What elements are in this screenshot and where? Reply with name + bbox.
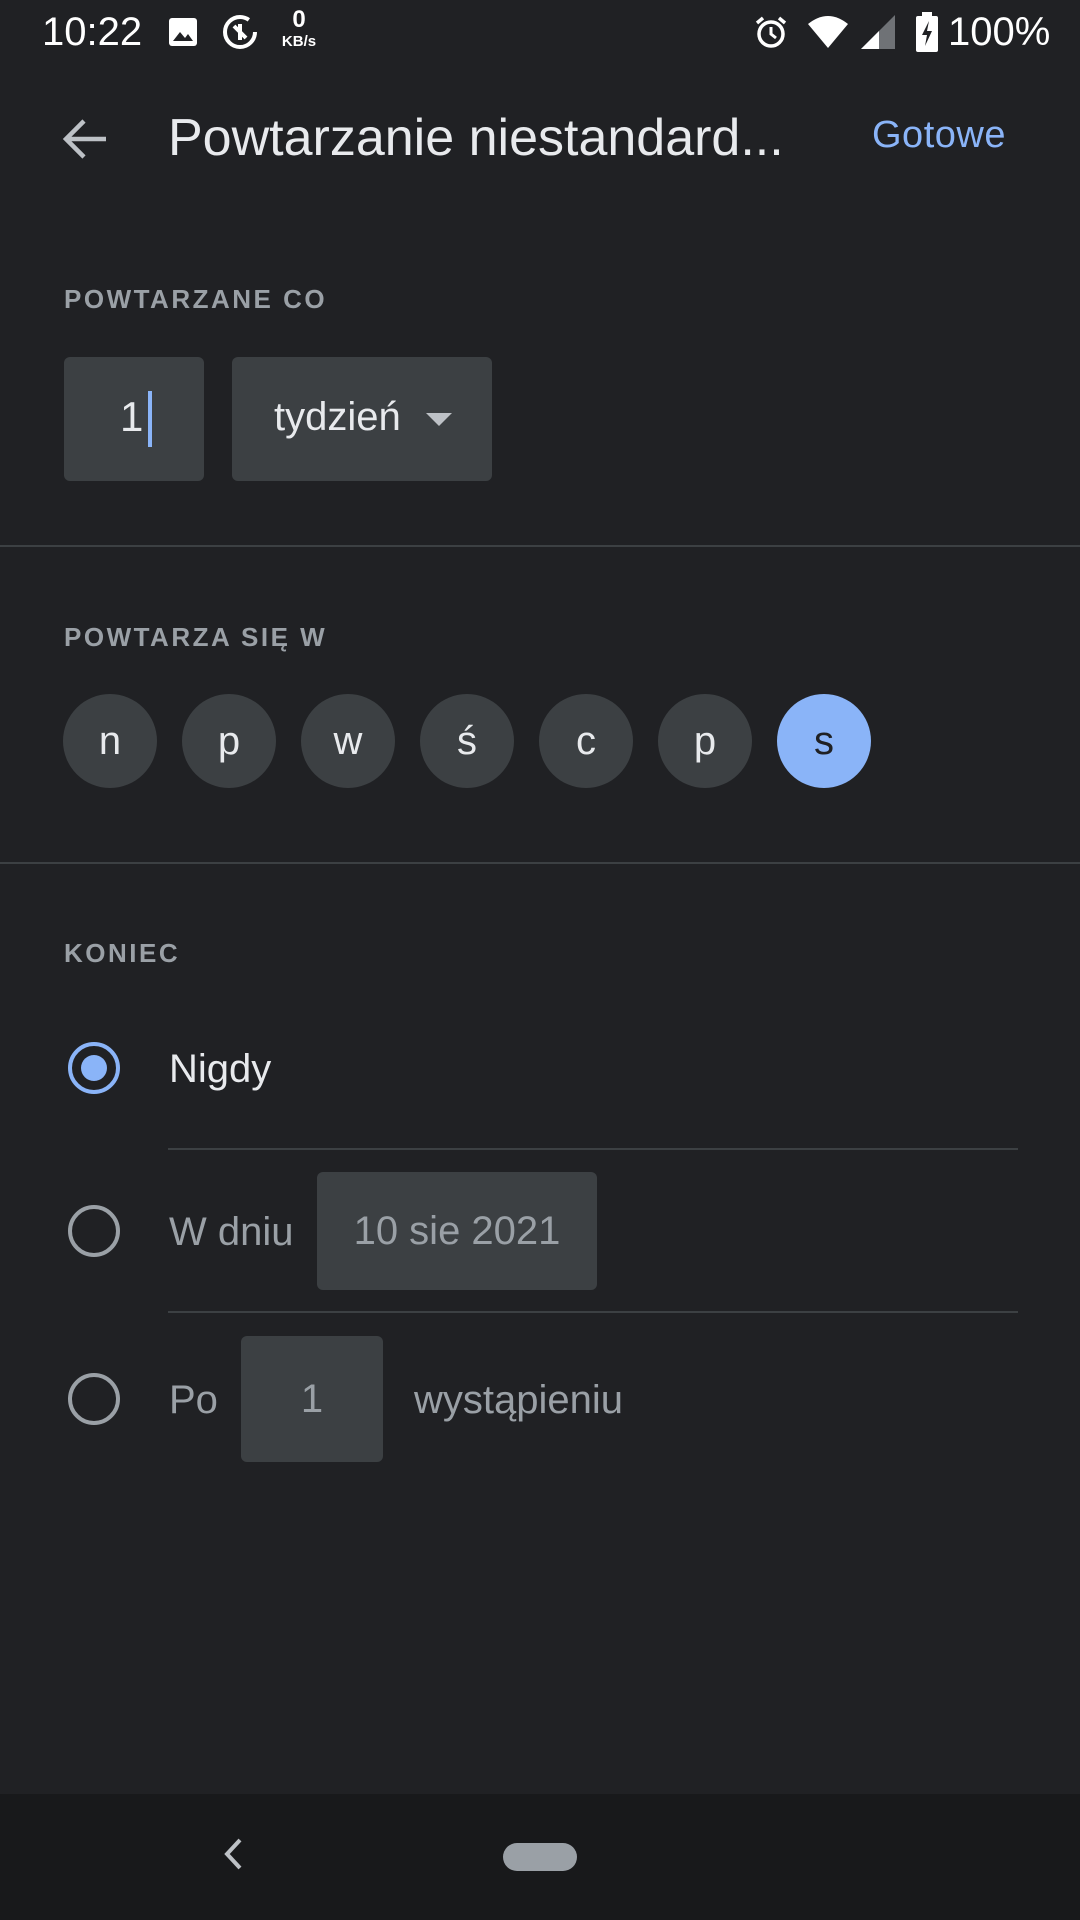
alarm-icon: [752, 12, 790, 52]
day-chip-3[interactable]: ś: [420, 694, 514, 788]
divider: [168, 1311, 1018, 1313]
on-date-label: W dniu: [169, 1210, 294, 1254]
battery-charging-icon: [914, 12, 940, 52]
divider: [0, 545, 1080, 547]
occurrence-count-field[interactable]: 1: [241, 1336, 383, 1462]
custom-recurrence-screen: 10:22 0 KB/s 100% Powtarzanie niestandar…: [0, 0, 1080, 1920]
divider: [168, 1148, 1018, 1150]
repeat-every-label: POWTARZANE CO: [64, 284, 328, 314]
day-chip-2[interactable]: w: [301, 694, 395, 788]
back-button[interactable]: [50, 106, 120, 176]
divider: [0, 862, 1080, 864]
net-speed-value: 0: [292, 6, 306, 33]
data-saver-icon: [220, 12, 260, 52]
chevron-left-icon: [222, 1837, 246, 1876]
day-chip-0[interactable]: n: [63, 694, 157, 788]
radio-after[interactable]: [68, 1373, 120, 1425]
never-label: Nigdy: [169, 1047, 272, 1091]
after-prefix-label: Po: [169, 1378, 218, 1422]
end-date-field[interactable]: 10 sie 2021: [317, 1172, 597, 1290]
unit-value: tydzień: [274, 395, 401, 439]
day-chip-4[interactable]: c: [539, 694, 633, 788]
done-button[interactable]: Gotowe: [872, 114, 1006, 157]
radio-on-date[interactable]: [68, 1205, 120, 1257]
arrow-back-icon: [62, 116, 108, 167]
app-bar: Powtarzanie niestandard... Gotowe: [0, 66, 1080, 206]
net-speed-unit: KB/s: [281, 33, 317, 50]
radio-never[interactable]: [68, 1042, 120, 1094]
end-label: KONIEC: [64, 938, 181, 968]
nav-home-pill[interactable]: [503, 1843, 577, 1871]
unit-dropdown[interactable]: tydzień: [232, 357, 492, 481]
day-chip-5[interactable]: p: [658, 694, 752, 788]
status-time: 10:22: [42, 10, 143, 54]
net-speed: 0 KB/s: [276, 6, 322, 50]
wifi-icon: [806, 12, 850, 52]
page-title: Powtarzanie niestandard...: [168, 109, 784, 167]
interval-input[interactable]: 1: [64, 357, 204, 481]
status-bar: 10:22 0 KB/s 100%: [0, 0, 1080, 66]
system-nav-bar: [0, 1794, 1080, 1920]
dropdown-arrow-icon: [426, 413, 452, 432]
day-chip-1[interactable]: p: [182, 694, 276, 788]
battery-percent: 100%: [948, 10, 1051, 54]
radio-dot: [81, 1055, 107, 1081]
interval-value: 1: [120, 393, 144, 440]
image-icon: [166, 12, 200, 52]
signal-icon: [858, 12, 898, 52]
after-suffix-label: wystąpieniu: [414, 1378, 624, 1422]
repeat-on-label: POWTARZA SIĘ W: [64, 622, 328, 652]
text-cursor: [148, 391, 152, 447]
nav-back-button[interactable]: [212, 1834, 256, 1878]
day-chip-6[interactable]: s: [777, 694, 871, 788]
